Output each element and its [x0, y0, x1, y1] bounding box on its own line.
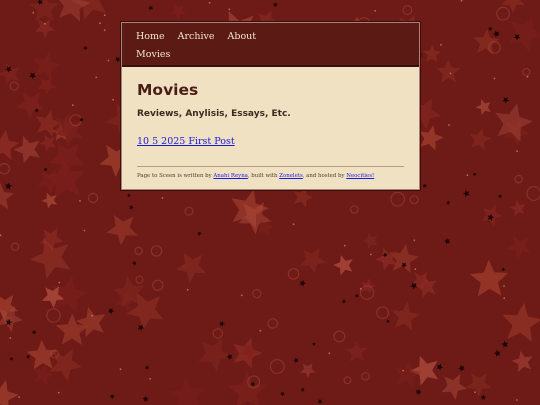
footer-prefix: Page to Sceen is written by — [137, 173, 214, 179]
page-subtitle: Reviews, Anylisis, Essays, Etc. — [137, 109, 291, 119]
footer-zonelets-link[interactable]: Zonelets — [279, 173, 303, 179]
main-content: Movies Reviews, Anylisis, Essays, Etc. 1… — [122, 67, 419, 189]
page-title: Movies — [137, 81, 199, 99]
nav-link-movies[interactable]: Movies — [136, 49, 170, 60]
nav-link-archive[interactable]: Archive — [178, 31, 215, 42]
nav-link-about[interactable]: About — [228, 31, 257, 42]
footer: Page to Sceen is written by Anahi Reyna,… — [137, 173, 404, 179]
footer-neocities-link[interactable]: Neocities! — [346, 173, 374, 179]
nav-link-home[interactable]: Home — [136, 31, 165, 42]
page-container: Home Archive About Movies Movies Reviews… — [121, 22, 420, 190]
footer-divider — [137, 166, 404, 167]
footer-mid-text: , built with — [247, 173, 280, 179]
footer-author-link[interactable]: Anahi Reyna — [213, 173, 247, 179]
footer-mid-text-2: , and hosted by — [302, 173, 347, 179]
top-navigation: Home Archive About Movies — [122, 23, 419, 67]
post-link[interactable]: 10 5 2025 First Post — [137, 136, 235, 147]
